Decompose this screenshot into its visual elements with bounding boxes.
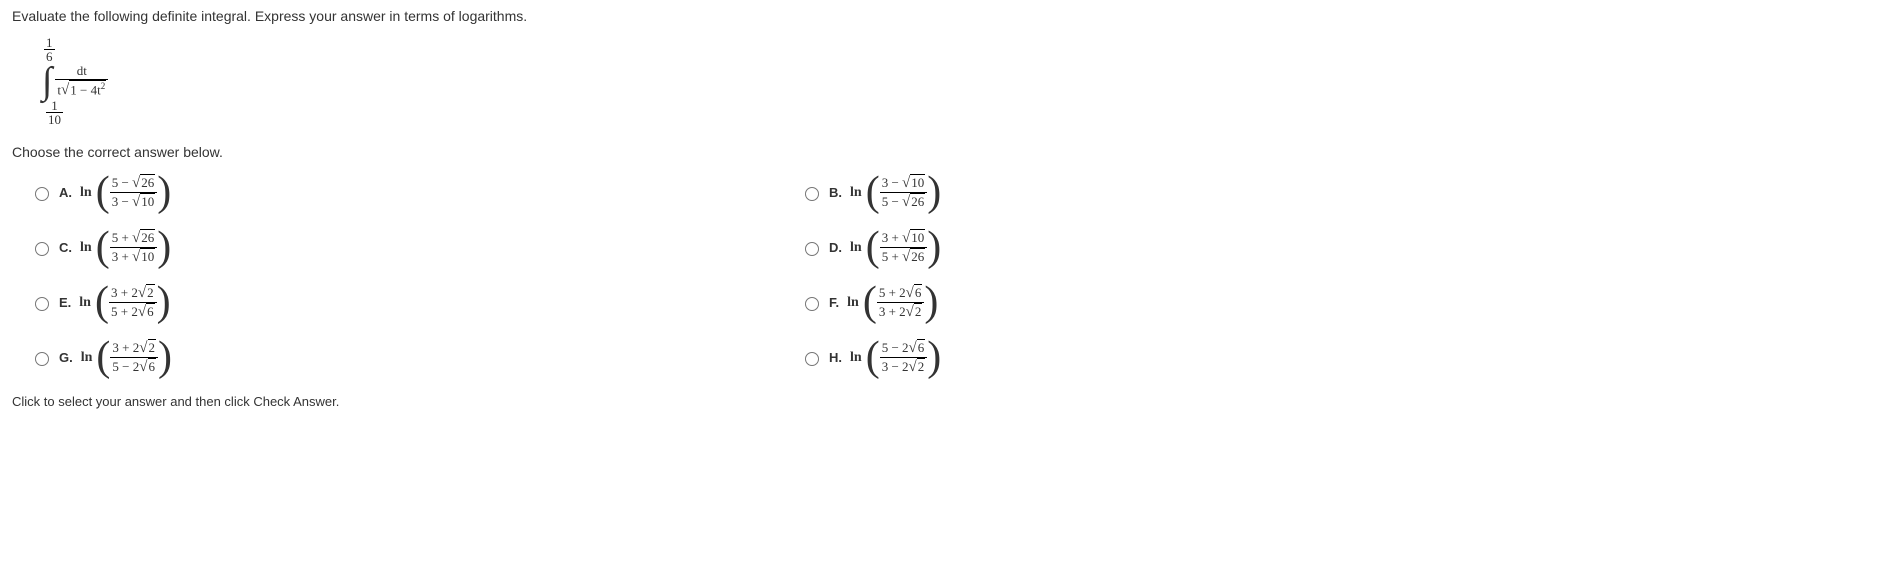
label-e: E. xyxy=(59,295,71,310)
label-a: A. xyxy=(59,185,72,200)
label-h: H. xyxy=(829,350,842,365)
radio-d[interactable] xyxy=(805,242,819,256)
radio-a[interactable] xyxy=(35,187,49,201)
label-f: F. xyxy=(829,295,839,310)
radio-f[interactable] xyxy=(805,297,819,311)
radio-g[interactable] xyxy=(35,352,49,366)
choice-e[interactable]: E. ln( 3 + 2√2 5 + 2√6 ) xyxy=(30,284,800,321)
label-d: D. xyxy=(829,240,842,255)
choice-d[interactable]: D. ln( 3 + √10 5 + √26 ) xyxy=(800,229,1570,266)
question-text: Evaluate the following definite integral… xyxy=(12,8,1882,24)
choice-g[interactable]: G. ln( 3 + 2√2 5 − 2√6 ) xyxy=(30,339,800,376)
choose-prompt: Choose the correct answer below. xyxy=(12,144,1882,160)
choice-c[interactable]: C. ln( 5 + √26 3 + √10 ) xyxy=(30,229,800,266)
radio-b[interactable] xyxy=(805,187,819,201)
choice-b[interactable]: B. ln( 3 − √10 5 − √26 ) xyxy=(800,174,1570,211)
radio-e[interactable] xyxy=(35,297,49,311)
label-b: B. xyxy=(829,185,842,200)
radio-c[interactable] xyxy=(35,242,49,256)
integral-expression: 1 6 ∫ dt t√1 − 4t2 1 10 xyxy=(42,36,1882,126)
instruction-text: Click to select your answer and then cli… xyxy=(12,394,1882,409)
label-g: G. xyxy=(59,350,73,365)
choice-f[interactable]: F. ln( 5 + 2√6 3 + 2√2 ) xyxy=(800,284,1570,321)
choice-h[interactable]: H. ln( 5 − 2√6 3 − 2√2 ) xyxy=(800,339,1570,376)
choice-a[interactable]: A. ln( 5 − √26 3 − √10 ) xyxy=(30,174,800,211)
label-c: C. xyxy=(59,240,72,255)
answer-choices: A. ln( 5 − √26 3 − √10 ) B. ln( 3 − √10 … xyxy=(30,174,1882,376)
radio-h[interactable] xyxy=(805,352,819,366)
